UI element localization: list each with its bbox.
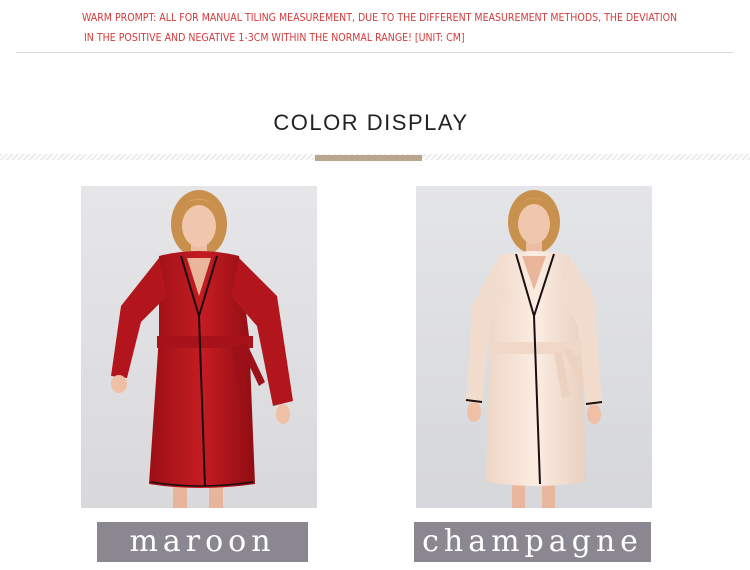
title-accent-bar [315, 155, 422, 161]
warm-prompt-line-2: IN THE POSITIVE AND NEGATIVE 1-3CM WITHI… [84, 32, 465, 44]
warm-prompt-line-1: WARM PROMPT: ALL FOR MANUAL TILING MEASU… [82, 12, 678, 24]
champagne-robe-illustration [416, 186, 652, 508]
color-label-maroon: maroon [97, 522, 308, 562]
color-label-champagne: champagne [414, 522, 651, 562]
champagne-robe-photo[interactable] [416, 186, 652, 508]
top-divider [16, 52, 734, 53]
warm-prompt-notice: WARM PROMPT: ALL FOR MANUAL TILING MEASU… [82, 8, 722, 48]
maroon-robe-illustration [81, 186, 317, 508]
maroon-robe-photo[interactable] [81, 186, 317, 508]
section-title: COLOR DISPLAY [273, 110, 469, 135]
